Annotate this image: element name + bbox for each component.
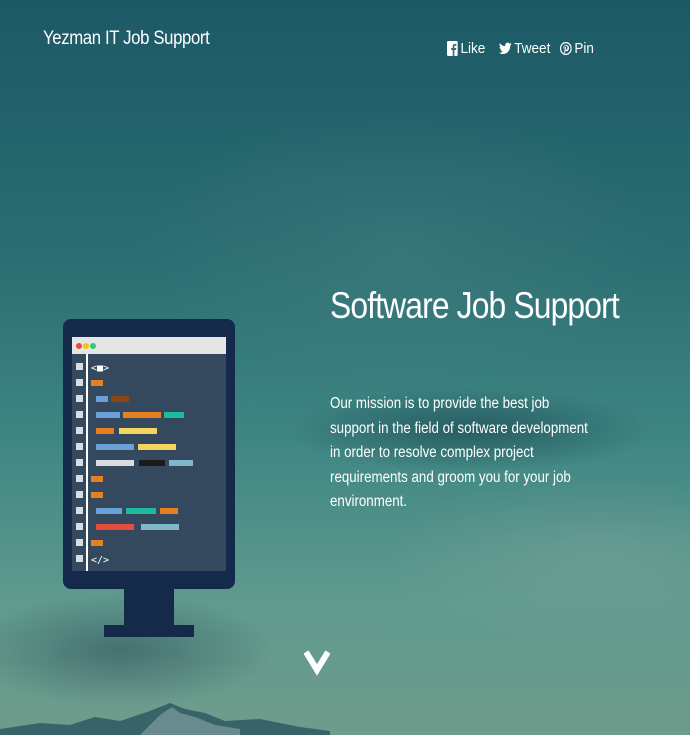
chevron-down-icon[interactable] (304, 646, 330, 676)
brand-title[interactable]: Yezman IT Job Support (43, 28, 210, 50)
tweet-label: Tweet (514, 40, 551, 57)
pinterest-icon (560, 42, 572, 55)
facebook-like-button[interactable]: Like (447, 40, 485, 57)
facebook-icon (447, 41, 458, 56)
window-close-dot (76, 343, 82, 349)
window-maximize-dot (90, 343, 96, 349)
editor-gutter-line (86, 354, 88, 571)
window-minimize-dot (83, 343, 89, 349)
pinterest-pin-button[interactable]: Pin (560, 40, 594, 57)
like-label: Like (460, 40, 486, 57)
pin-label: Pin (574, 40, 594, 57)
monitor-base (104, 625, 194, 637)
code-monitor-illustration: <■> </> (63, 319, 235, 637)
twitter-tweet-button[interactable]: Tweet (499, 40, 550, 57)
code-open-tag: <■> (91, 363, 109, 374)
code-close-tag: </> (91, 555, 109, 566)
mountain-silhouette (0, 703, 330, 735)
hero-title: Software Job Support (330, 285, 620, 326)
twitter-icon (499, 42, 512, 54)
hero-description: Our mission is to provide the best job s… (330, 395, 588, 510)
monitor-neck (124, 589, 174, 627)
